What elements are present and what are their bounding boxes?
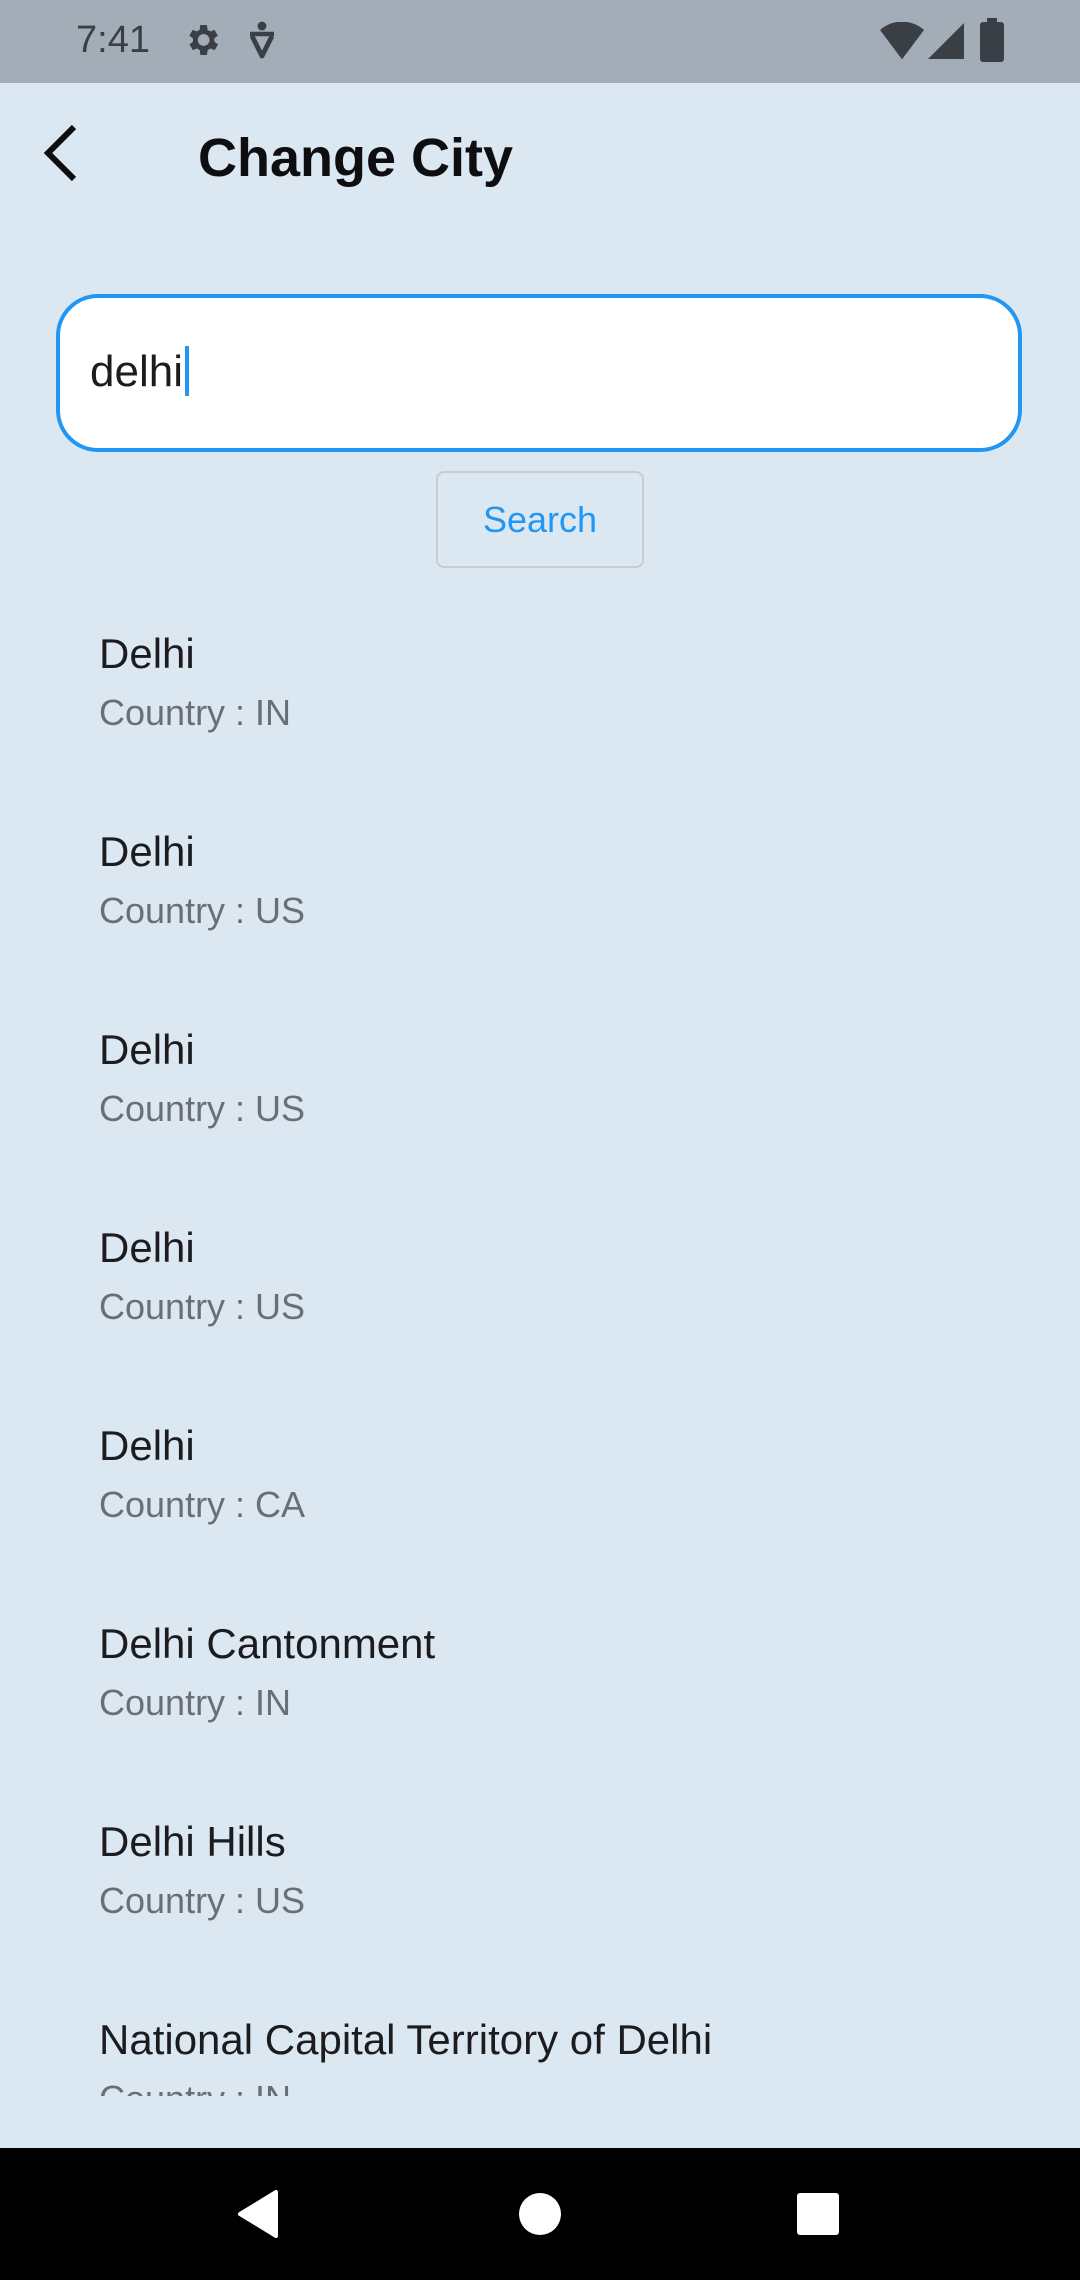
status-time: 7:41 <box>76 19 150 61</box>
results-list[interactable]: Delhi Country : IN Delhi Country : US De… <box>0 600 1080 2096</box>
gear-icon <box>182 20 222 65</box>
accessibility-icon <box>246 20 278 65</box>
nav-home-button[interactable] <box>510 2184 570 2244</box>
page-title: Change City <box>198 128 514 188</box>
city-name: Delhi <box>99 1422 195 1469</box>
list-item[interactable]: National Capital Territory of Delhi Coun… <box>0 1986 1080 2096</box>
country-code: Country : IN <box>99 692 292 733</box>
city-name: Delhi <box>99 630 195 677</box>
search-input-value: delhi <box>90 342 189 402</box>
country-code: Country : IN <box>99 2078 291 2096</box>
back-triangle-icon <box>238 2190 278 2238</box>
system-nav-bar <box>0 2148 1080 2280</box>
list-item[interactable]: Delhi Hills Country : US <box>0 1788 1080 1986</box>
list-item[interactable]: Delhi Country : US <box>0 1194 1080 1392</box>
app-bar: Change City <box>0 83 1080 237</box>
nav-recents-button[interactable] <box>788 2184 848 2244</box>
recents-square-icon <box>797 2193 839 2235</box>
text-caret <box>184 346 189 396</box>
country-code: Country : US <box>99 1286 306 1327</box>
wifi-icon <box>880 21 924 65</box>
nav-back-button[interactable] <box>228 2184 288 2244</box>
country-code: Country : IN <box>99 1682 292 1723</box>
city-name: Delhi <box>99 1224 195 1271</box>
list-item[interactable]: Delhi Country : IN <box>0 600 1080 798</box>
home-circle-icon <box>519 2193 561 2235</box>
back-button[interactable] <box>24 117 96 189</box>
status-bar: 7:41 <box>0 0 1080 83</box>
search-input[interactable]: delhi <box>56 294 1022 452</box>
back-arrow-icon <box>43 124 77 182</box>
city-name: Delhi Hills <box>99 1818 286 1865</box>
country-code: Country : US <box>99 890 306 931</box>
battery-icon <box>980 18 1004 67</box>
list-item[interactable]: Delhi Country : CA <box>0 1392 1080 1590</box>
country-code: Country : CA <box>99 1484 306 1525</box>
list-item[interactable]: Delhi Cantonment Country : IN <box>0 1590 1080 1788</box>
signal-icon <box>928 22 964 65</box>
city-name: Delhi <box>99 1026 195 1073</box>
list-item[interactable]: Delhi Country : US <box>0 798 1080 996</box>
country-code: Country : US <box>99 1880 306 1921</box>
city-name: National Capital Territory of Delhi <box>99 2016 713 2063</box>
list-item[interactable]: Delhi Country : US <box>0 996 1080 1194</box>
city-name: Delhi Cantonment <box>99 1620 436 1667</box>
country-code: Country : US <box>99 1088 306 1129</box>
search-button[interactable]: Search <box>436 471 644 568</box>
city-name: Delhi <box>99 828 195 875</box>
